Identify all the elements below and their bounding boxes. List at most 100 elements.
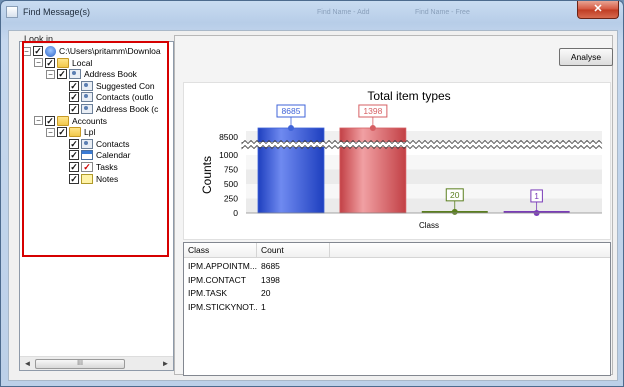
column-header-count[interactable]: Count [257, 243, 330, 258]
tree-checkbox[interactable]: ✓ [33, 46, 43, 56]
y-tick-label: 250 [224, 194, 238, 204]
folder-tree[interactable]: − ✓ C:\Users\pritamm\Downloa − ✓ Local − ✓ Addre… [19, 41, 174, 371]
table-row[interactable]: IPM.APPOINTM... 8685 [184, 260, 610, 273]
tree-item-label: Local [72, 57, 93, 68]
tree-item[interactable]: − ✓ Address Book [46, 68, 137, 80]
tree-item[interactable]: ✓ Contacts (outlo [58, 91, 153, 103]
chart-svg: Total item types Counts 0 250 500 750 1000 8500… [200, 89, 604, 230]
look-in-legend: Look in [22, 34, 56, 44]
tree-checkbox[interactable]: ✓ [45, 57, 55, 68]
x-axis-label: Class [419, 221, 439, 230]
horizontal-scrollbar[interactable]: ◄ III ► [20, 356, 173, 370]
item-types-chart: Total item types Counts 0 250 500 750 1000 8500… [183, 82, 611, 240]
data-point [369, 125, 376, 131]
y-tick-label: 750 [224, 165, 238, 175]
collapse-expander-icon[interactable]: − [22, 46, 31, 56]
background-tab-2: Find Name - Free [415, 9, 470, 16]
scroll-left-button[interactable]: ◄ [21, 358, 34, 370]
tree-item-label: Suggested Con [96, 80, 155, 91]
data-label: 20 [450, 190, 460, 200]
cell-count: 8685 [261, 261, 280, 271]
tree-item-label: Accounts [72, 115, 107, 126]
collapse-expander-icon[interactable]: − [34, 116, 43, 126]
y-axis-label: Counts [200, 156, 214, 194]
title-bar[interactable]: Find Message(s) Find Name - Add Find Nam… [1, 1, 623, 25]
folder-icon [57, 115, 69, 126]
cell-class: IPM.CONTACT [188, 274, 246, 285]
column-header-class[interactable]: Class [184, 243, 257, 258]
y-tick-label: 1000 [219, 150, 238, 160]
background-tab-1: Find Name - Add [317, 9, 370, 16]
tree-item[interactable]: ✓ Suggested Con [58, 80, 155, 92]
data-point [288, 125, 294, 131]
data-point [451, 208, 458, 215]
tree-item[interactable]: − ✓ Accounts [34, 115, 107, 127]
table-row[interactable]: IPM.STICKYNOT... 1 [184, 301, 610, 314]
tree-item[interactable]: ✓ Calendar [58, 149, 131, 161]
data-label: 1 [534, 191, 539, 201]
bar [257, 127, 325, 214]
tree-item-label: Contacts [96, 138, 130, 149]
close-button[interactable]: ✕ [577, 1, 619, 19]
notes-icon [81, 173, 93, 184]
analyse-button[interactable]: Analyse [559, 48, 613, 66]
y-tick-label: 0 [233, 208, 238, 218]
tree-item-label: C:\Users\pritamm\Downloa [59, 46, 161, 56]
tree-item[interactable]: ✓ Contacts [58, 138, 130, 150]
collapse-expander-icon[interactable]: − [46, 127, 55, 137]
bar [339, 127, 407, 214]
contact-icon [81, 92, 93, 103]
tree-checkbox[interactable]: ✓ [57, 69, 67, 80]
tree-item-label: Contacts (outlo [96, 92, 154, 103]
tree-checkbox[interactable]: ✓ [69, 92, 79, 103]
table-row[interactable]: IPM.CONTACT 1398 [184, 274, 610, 287]
pc-icon [45, 45, 56, 57]
y-tick-label: 8500 [219, 132, 238, 142]
grid-header: Class Count [184, 243, 610, 258]
tree-item-label: Address Book (c [96, 104, 159, 114]
contact-icon [81, 80, 93, 91]
tree-item-label: Lpl [84, 127, 96, 138]
calendar-icon [81, 150, 93, 161]
contact-icon [81, 104, 93, 114]
tree-item[interactable]: − ✓ Lpl [46, 126, 95, 138]
data-label: 8685 [282, 106, 301, 116]
table-row[interactable]: IPM.TASK 20 [184, 287, 610, 300]
tree-item-label: Calendar [96, 150, 131, 161]
chart-title: Total item types [367, 89, 450, 103]
collapse-expander-icon[interactable]: − [46, 69, 55, 79]
tree-checkbox[interactable]: ✓ [69, 104, 79, 114]
collapse-expander-icon[interactable]: − [34, 58, 43, 68]
tree-item[interactable]: ✓ Address Book (c [58, 103, 158, 115]
cell-count: 1 [261, 301, 266, 312]
tree-checkbox[interactable]: ✓ [69, 138, 79, 149]
tree-checkbox[interactable]: ✓ [69, 150, 79, 161]
contact-icon [81, 138, 93, 149]
tree-checkbox[interactable]: ✓ [57, 127, 67, 138]
cell-class: IPM.TASK [188, 288, 228, 298]
tasks-icon: ✓ [81, 162, 93, 172]
cell-class: IPM.STICKYNOT... [188, 301, 257, 312]
tree-item[interactable]: − ✓ Local [34, 57, 92, 69]
tree-item[interactable]: − ✓ C:\Users\pritamm\Downloa [22, 45, 161, 57]
tree-checkbox[interactable]: ✓ [69, 80, 79, 91]
look-in-group: − ✓ C:\Users\pritamm\Downloa − ✓ Local − ✓ Addre… [14, 34, 174, 375]
tree-checkbox[interactable]: ✓ [69, 173, 79, 184]
scroll-thumb[interactable]: III [35, 359, 125, 369]
cell-count: 1398 [261, 274, 280, 285]
app-icon [6, 6, 18, 18]
scroll-right-button[interactable]: ► [159, 358, 172, 370]
cell-count: 20 [261, 288, 271, 298]
tree-item[interactable]: ✓ ✓ Tasks [58, 161, 118, 173]
cell-class: IPM.APPOINTM... [188, 261, 257, 271]
tree-item[interactable]: ✓ Notes [58, 173, 118, 185]
window-title: Find Message(s) [23, 7, 91, 17]
analysis-panel: Analyse Total item types Counts 0 250 500 750… [174, 35, 613, 376]
results-grid[interactable]: Class Count IPM.APPOINTM... 8685 IPM.CONTA… [183, 242, 611, 376]
folder-icon [57, 57, 69, 68]
tree-item-label: Address Book [84, 69, 137, 80]
tree-checkbox[interactable]: ✓ [69, 162, 79, 172]
tree-item-label: Tasks [96, 162, 118, 172]
data-label: 1398 [363, 106, 382, 116]
tree-checkbox[interactable]: ✓ [45, 115, 55, 126]
